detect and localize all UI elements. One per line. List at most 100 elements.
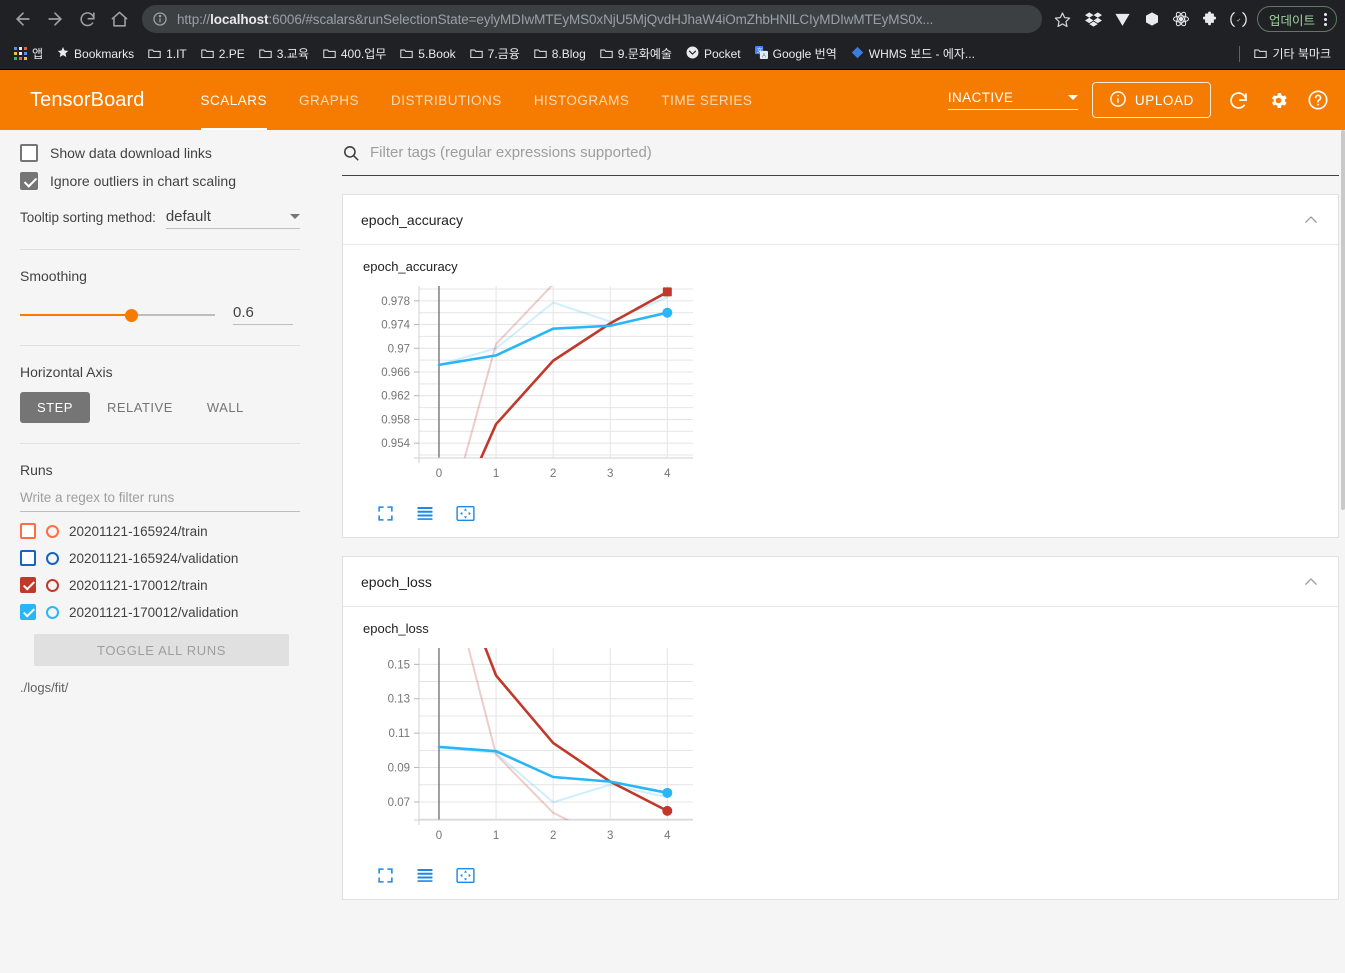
- checkbox-download-links[interactable]: [20, 144, 38, 162]
- chart-svg[interactable]: 0.954 0.958 0.962 0.966 0.97 0.974 0.978 0 1 2 3 4: [361, 280, 701, 490]
- puzzle-extension-icon[interactable]: [1200, 9, 1220, 29]
- svg-text:0.09: 0.09: [388, 763, 410, 775]
- reload-icon[interactable]: [1225, 87, 1251, 113]
- chart-epoch-loss[interactable]: 0.07 0.09 0.11 0.13 0.15 0 1 2 3 4: [361, 642, 701, 857]
- fit-domain-icon[interactable]: [455, 865, 475, 885]
- bookmark-google-translate[interactable]: 文A Google 번역: [749, 42, 843, 65]
- bookmark-folder-7finance[interactable]: 7.금융: [464, 42, 526, 65]
- profile-icon[interactable]: [1229, 9, 1249, 29]
- bookmark-whms[interactable]: WHMS 보드 - 에자...: [845, 42, 981, 65]
- help-circle-icon[interactable]: [1305, 87, 1331, 113]
- smoothing-slider[interactable]: [20, 308, 215, 322]
- address-bar[interactable]: http://localhost:6006/#scalars&runSelect…: [142, 5, 1042, 33]
- box-icon[interactable]: [1142, 9, 1162, 29]
- chevron-up-icon[interactable]: [1302, 211, 1320, 229]
- svg-text:3: 3: [607, 830, 613, 842]
- chrome-menu-icon[interactable]: [1321, 12, 1330, 26]
- slider-fill: [20, 313, 137, 316]
- data-table-icon[interactable]: [415, 503, 435, 523]
- svg-text:0.15: 0.15: [388, 659, 410, 671]
- chart-epoch-accuracy[interactable]: 0.954 0.958 0.962 0.966 0.97 0.974 0.978 0 1 2 3 4: [361, 280, 701, 495]
- folder-icon: [259, 48, 272, 59]
- url-host: localhost: [210, 11, 269, 27]
- bookmark-other-bookmarks[interactable]: 기타 북마크: [1248, 42, 1337, 65]
- svg-text:2: 2: [550, 468, 556, 480]
- axis-option-step[interactable]: STEP: [20, 392, 90, 423]
- fullscreen-icon[interactable]: [375, 865, 395, 885]
- run-checkbox[interactable]: [20, 523, 36, 539]
- card-header[interactable]: epoch_loss: [343, 557, 1338, 607]
- reload-icon[interactable]: [72, 4, 102, 34]
- toggle-all-runs-button[interactable]: TOGGLE ALL RUNS: [34, 634, 289, 666]
- run-checkbox[interactable]: [20, 604, 36, 620]
- tab-scalars[interactable]: SCALARS: [185, 70, 284, 130]
- bookmark-star-icon[interactable]: [1050, 6, 1076, 32]
- upload-button[interactable]: UPLOAD: [1091, 82, 1211, 118]
- bookmark-label: 1.IT: [166, 46, 187, 61]
- folder-icon: [323, 48, 336, 59]
- bookmark-folder-400work[interactable]: 400.업무: [317, 42, 392, 65]
- forward-arrow-icon[interactable]: [40, 4, 70, 34]
- bookmark-bookmarks[interactable]: Bookmarks: [51, 43, 140, 64]
- folder-icon: [469, 48, 483, 59]
- bookmark-folder-8blog[interactable]: 8.Blog: [528, 44, 592, 64]
- run-item-165924-validation[interactable]: 20201121-165924/validation: [20, 550, 300, 566]
- run-item-170012-validation[interactable]: 20201121-170012/validation: [20, 604, 300, 620]
- bookmark-folder-9culture[interactable]: 9.문화예술: [594, 42, 678, 65]
- run-item-170012-train[interactable]: 20201121-170012/train: [20, 577, 300, 593]
- tag-filter-input[interactable]: Filter tags (regular expressions support…: [370, 144, 652, 161]
- smoothing-row: 0.6: [20, 304, 300, 325]
- bookmark-folder-1it[interactable]: 1.IT: [142, 44, 193, 64]
- toggle-download-links[interactable]: Show data download links: [20, 144, 300, 162]
- vimeo-icon[interactable]: [1113, 9, 1133, 29]
- react-icon[interactable]: [1171, 9, 1191, 29]
- back-arrow-icon[interactable]: [8, 4, 38, 34]
- bookmark-folder-3edu[interactable]: 3.교육: [253, 42, 315, 65]
- run-label: 20201121-165924/train: [69, 523, 208, 539]
- run-checkbox[interactable]: [20, 577, 36, 593]
- bookmark-folder-2pe[interactable]: 2.PE: [195, 44, 251, 64]
- tab-distributions[interactable]: DISTRIBUTIONS: [375, 70, 518, 130]
- scalar-card-epoch-loss: epoch_loss epoch_loss 0.07 0.09 0.11 0.13 0.…: [342, 556, 1339, 900]
- site-info-icon[interactable]: [152, 11, 168, 27]
- vertical-scrollbar[interactable]: [1341, 130, 1345, 973]
- scrollbar-thumb[interactable]: [1341, 130, 1345, 510]
- dropbox-icon[interactable]: [1084, 9, 1104, 29]
- bookmark-folder-5book[interactable]: 5.Book: [394, 44, 461, 64]
- tag-filter-bar[interactable]: Filter tags (regular expressions support…: [342, 130, 1339, 176]
- bookmark-apps[interactable]: 앱: [8, 42, 49, 65]
- svg-text:4: 4: [664, 830, 671, 842]
- bookmark-pocket[interactable]: Pocket: [680, 43, 747, 65]
- folder-icon: [534, 48, 547, 59]
- tensorboard-logo[interactable]: TensorBoard: [30, 89, 145, 112]
- toggle-ignore-outliers[interactable]: Ignore outliers in chart scaling: [20, 172, 300, 190]
- run-status-select[interactable]: INACTIVE: [947, 90, 1078, 110]
- card-header[interactable]: epoch_accuracy: [343, 195, 1338, 245]
- bookmark-label: 2.PE: [218, 46, 245, 61]
- tab-graphs[interactable]: GRAPHS: [283, 70, 375, 130]
- checkbox-label: Ignore outliers in chart scaling: [50, 173, 236, 189]
- url-scheme: http://: [177, 11, 211, 27]
- data-table-icon[interactable]: [415, 865, 435, 885]
- fullscreen-icon[interactable]: [375, 503, 395, 523]
- run-label: 20201121-170012/train: [69, 577, 208, 593]
- axis-option-relative[interactable]: RELATIVE: [90, 392, 190, 423]
- fit-domain-icon[interactable]: [455, 503, 475, 523]
- axis-option-wall[interactable]: WALL: [190, 392, 261, 423]
- checkbox-ignore-outliers[interactable]: [20, 172, 38, 190]
- update-button[interactable]: 업데이트: [1256, 6, 1337, 32]
- slider-knob[interactable]: [125, 308, 139, 322]
- smoothing-label: Smoothing: [20, 268, 87, 284]
- horizontal-axis-options: STEP RELATIVE WALL: [20, 392, 300, 423]
- run-checkbox[interactable]: [20, 550, 36, 566]
- tab-time-series[interactable]: TIME SERIES: [645, 70, 768, 130]
- chart-svg[interactable]: 0.07 0.09 0.11 0.13 0.15 0 1 2 3 4: [361, 642, 701, 852]
- chevron-up-icon[interactable]: [1302, 573, 1320, 591]
- run-item-165924-train[interactable]: 20201121-165924/train: [20, 523, 300, 539]
- smoothing-value[interactable]: 0.6: [233, 304, 293, 325]
- home-icon[interactable]: [104, 4, 134, 34]
- tooltip-sorting-select[interactable]: default: [165, 208, 300, 229]
- runs-filter-input[interactable]: Write a regex to filter runs: [20, 490, 300, 512]
- settings-gear-icon[interactable]: [1265, 87, 1291, 113]
- tab-histograms[interactable]: HISTOGRAMS: [518, 70, 646, 130]
